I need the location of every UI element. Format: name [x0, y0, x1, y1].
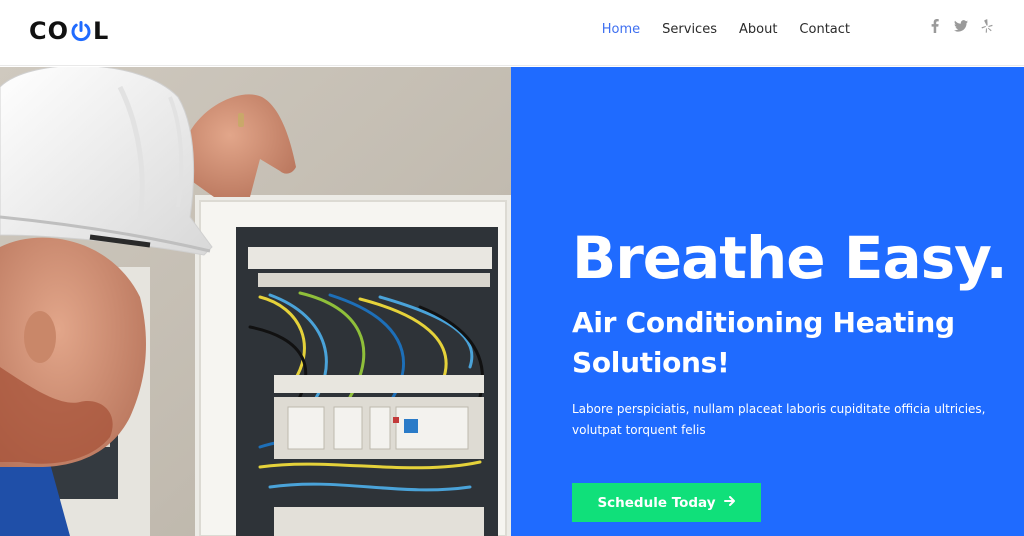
yelp-icon[interactable] [980, 18, 994, 34]
hero-subheadline: Air Conditioning Heating Solutions! [572, 306, 955, 379]
nav-home[interactable]: Home [602, 20, 640, 40]
cta-label: Schedule Today [597, 494, 716, 511]
nav-contact[interactable]: Contact [799, 20, 850, 40]
nav-about[interactable]: About [739, 20, 777, 40]
twitter-icon[interactable] [954, 18, 968, 34]
hero-description: Labore perspiciatis, nullam placeat labo… [572, 402, 986, 437]
hero-headline: Breathe Easy. [572, 224, 1008, 292]
main-nav: Home Services About Contact [602, 20, 850, 40]
hero-section: Breathe Easy. Air Conditioning Heating S… [0, 67, 1024, 536]
logo-text-right: L [93, 17, 110, 45]
site-header: CO L Home Services About Contact [0, 0, 1024, 66]
arrow-right-icon [723, 495, 736, 511]
hero-content-panel: Breathe Easy. Air Conditioning Heating S… [511, 67, 1024, 536]
social-links [928, 18, 994, 34]
logo-text-left: CO [29, 17, 70, 45]
hero-photo-electrician [0, 67, 511, 536]
facebook-icon[interactable] [928, 18, 942, 34]
nav-services[interactable]: Services [662, 20, 717, 40]
schedule-today-button[interactable]: Schedule Today [572, 483, 761, 522]
brand-logo[interactable]: CO L [29, 17, 109, 45]
power-icon [70, 20, 92, 42]
